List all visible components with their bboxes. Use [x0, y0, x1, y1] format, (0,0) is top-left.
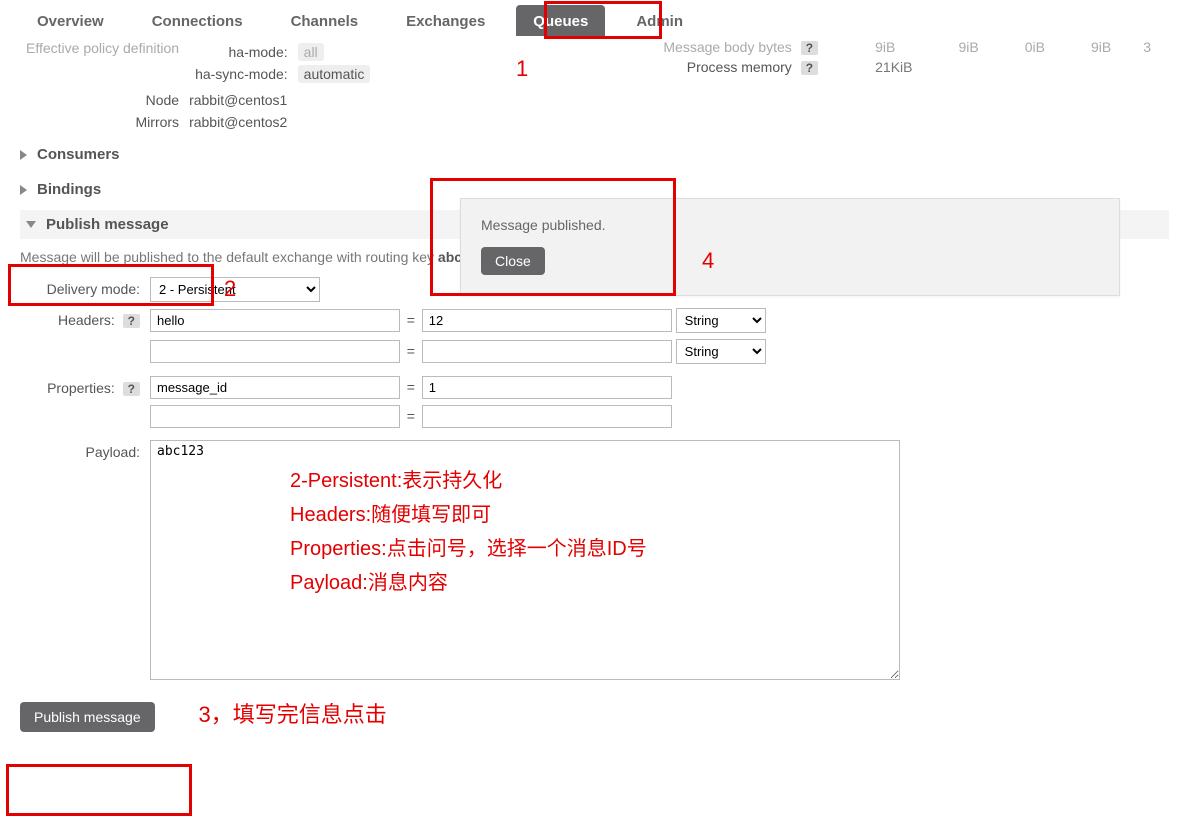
- close-button[interactable]: Close: [481, 247, 545, 275]
- ann-help-3: Properties:点击问号，选择一个消息ID号: [290, 532, 647, 566]
- stat-cell-2: 0iB: [1003, 38, 1067, 56]
- prop-val-1[interactable]: [422, 405, 672, 428]
- ann-help-2: Headers:随便填写即可: [290, 498, 647, 532]
- prop-key-1[interactable]: [150, 405, 400, 428]
- nav-connections[interactable]: Connections: [135, 5, 260, 36]
- header-val-1[interactable]: [422, 340, 672, 363]
- prop-val-0[interactable]: [422, 376, 672, 399]
- delivery-mode-select[interactable]: 2 - Persistent: [150, 277, 320, 302]
- chevron-right-icon: [20, 150, 27, 160]
- headers-help-icon[interactable]: ?: [123, 314, 140, 328]
- mirrors-label: Mirrors: [22, 112, 183, 132]
- nav-overview[interactable]: Overview: [20, 5, 121, 36]
- proc-mem-label: Process memory: [662, 58, 797, 76]
- equals-sign: =: [404, 343, 418, 359]
- proc-mem-help-icon[interactable]: ?: [801, 61, 818, 75]
- equals-sign: =: [404, 312, 418, 328]
- ann-help-4: Payload:消息内容: [290, 566, 647, 600]
- message-published-popup: Message published. Close: [460, 198, 1120, 296]
- stat-cell-1: 9iB: [937, 38, 1001, 56]
- header-type-0[interactable]: String: [676, 308, 766, 333]
- ann-help-1: 2-Persistent:表示持久化: [290, 464, 647, 498]
- ann-3: 3，填写完信息点击: [199, 702, 387, 727]
- popup-message: Message published.: [481, 217, 1099, 233]
- nav-admin[interactable]: Admin: [619, 5, 700, 36]
- node-label: Node: [22, 90, 183, 110]
- header-key-0[interactable]: [150, 309, 400, 332]
- ha-sync-label: ha-sync-mode:: [191, 64, 292, 84]
- publish-message-button[interactable]: Publish message: [20, 702, 155, 732]
- mirrors-value: rabbit@centos2: [185, 112, 380, 132]
- headers-label: Headers:: [58, 312, 115, 328]
- nav-channels[interactable]: Channels: [274, 5, 376, 36]
- chevron-down-icon: [26, 221, 36, 228]
- properties-label: Properties:: [47, 380, 115, 396]
- section-consumers-label: Consumers: [37, 146, 120, 163]
- nav-exchanges[interactable]: Exchanges: [389, 5, 502, 36]
- nav-queues[interactable]: Queues: [516, 5, 605, 36]
- payload-label: Payload:: [20, 440, 150, 460]
- section-publish-label: Publish message: [46, 216, 169, 233]
- equals-sign: =: [404, 379, 418, 395]
- ann-box-publish-btn: [6, 764, 192, 816]
- header-key-1[interactable]: [150, 340, 400, 363]
- main-nav: Overview Connections Channels Exchanges …: [0, 0, 1189, 36]
- header-type-1[interactable]: String: [676, 339, 766, 364]
- header-val-0[interactable]: [422, 309, 672, 332]
- stat-cell-4: 3: [1135, 38, 1159, 56]
- ha-sync-value: automatic: [298, 65, 371, 83]
- msg-body-bytes-label: Message body bytes: [662, 38, 797, 56]
- prop-key-0[interactable]: [150, 376, 400, 399]
- section-bindings-label: Bindings: [37, 181, 101, 198]
- node-value: rabbit@centos1: [185, 90, 380, 110]
- effective-policy-label: Effective policy definition: [22, 38, 183, 88]
- section-consumers[interactable]: Consumers: [20, 140, 1169, 169]
- properties-help-icon[interactable]: ?: [123, 382, 140, 396]
- equals-sign: =: [404, 408, 418, 424]
- ha-mode-label: ha-mode:: [191, 42, 292, 62]
- stat-cell-0: 9iB: [853, 38, 934, 56]
- stat-cell-3: 9iB: [1069, 38, 1133, 56]
- msg-body-help-icon[interactable]: ?: [801, 41, 818, 55]
- chevron-right-icon: [20, 185, 27, 195]
- ha-mode-value: all: [298, 43, 324, 61]
- proc-mem-value: 21KiB: [853, 58, 934, 76]
- delivery-mode-label: Delivery mode:: [20, 277, 150, 297]
